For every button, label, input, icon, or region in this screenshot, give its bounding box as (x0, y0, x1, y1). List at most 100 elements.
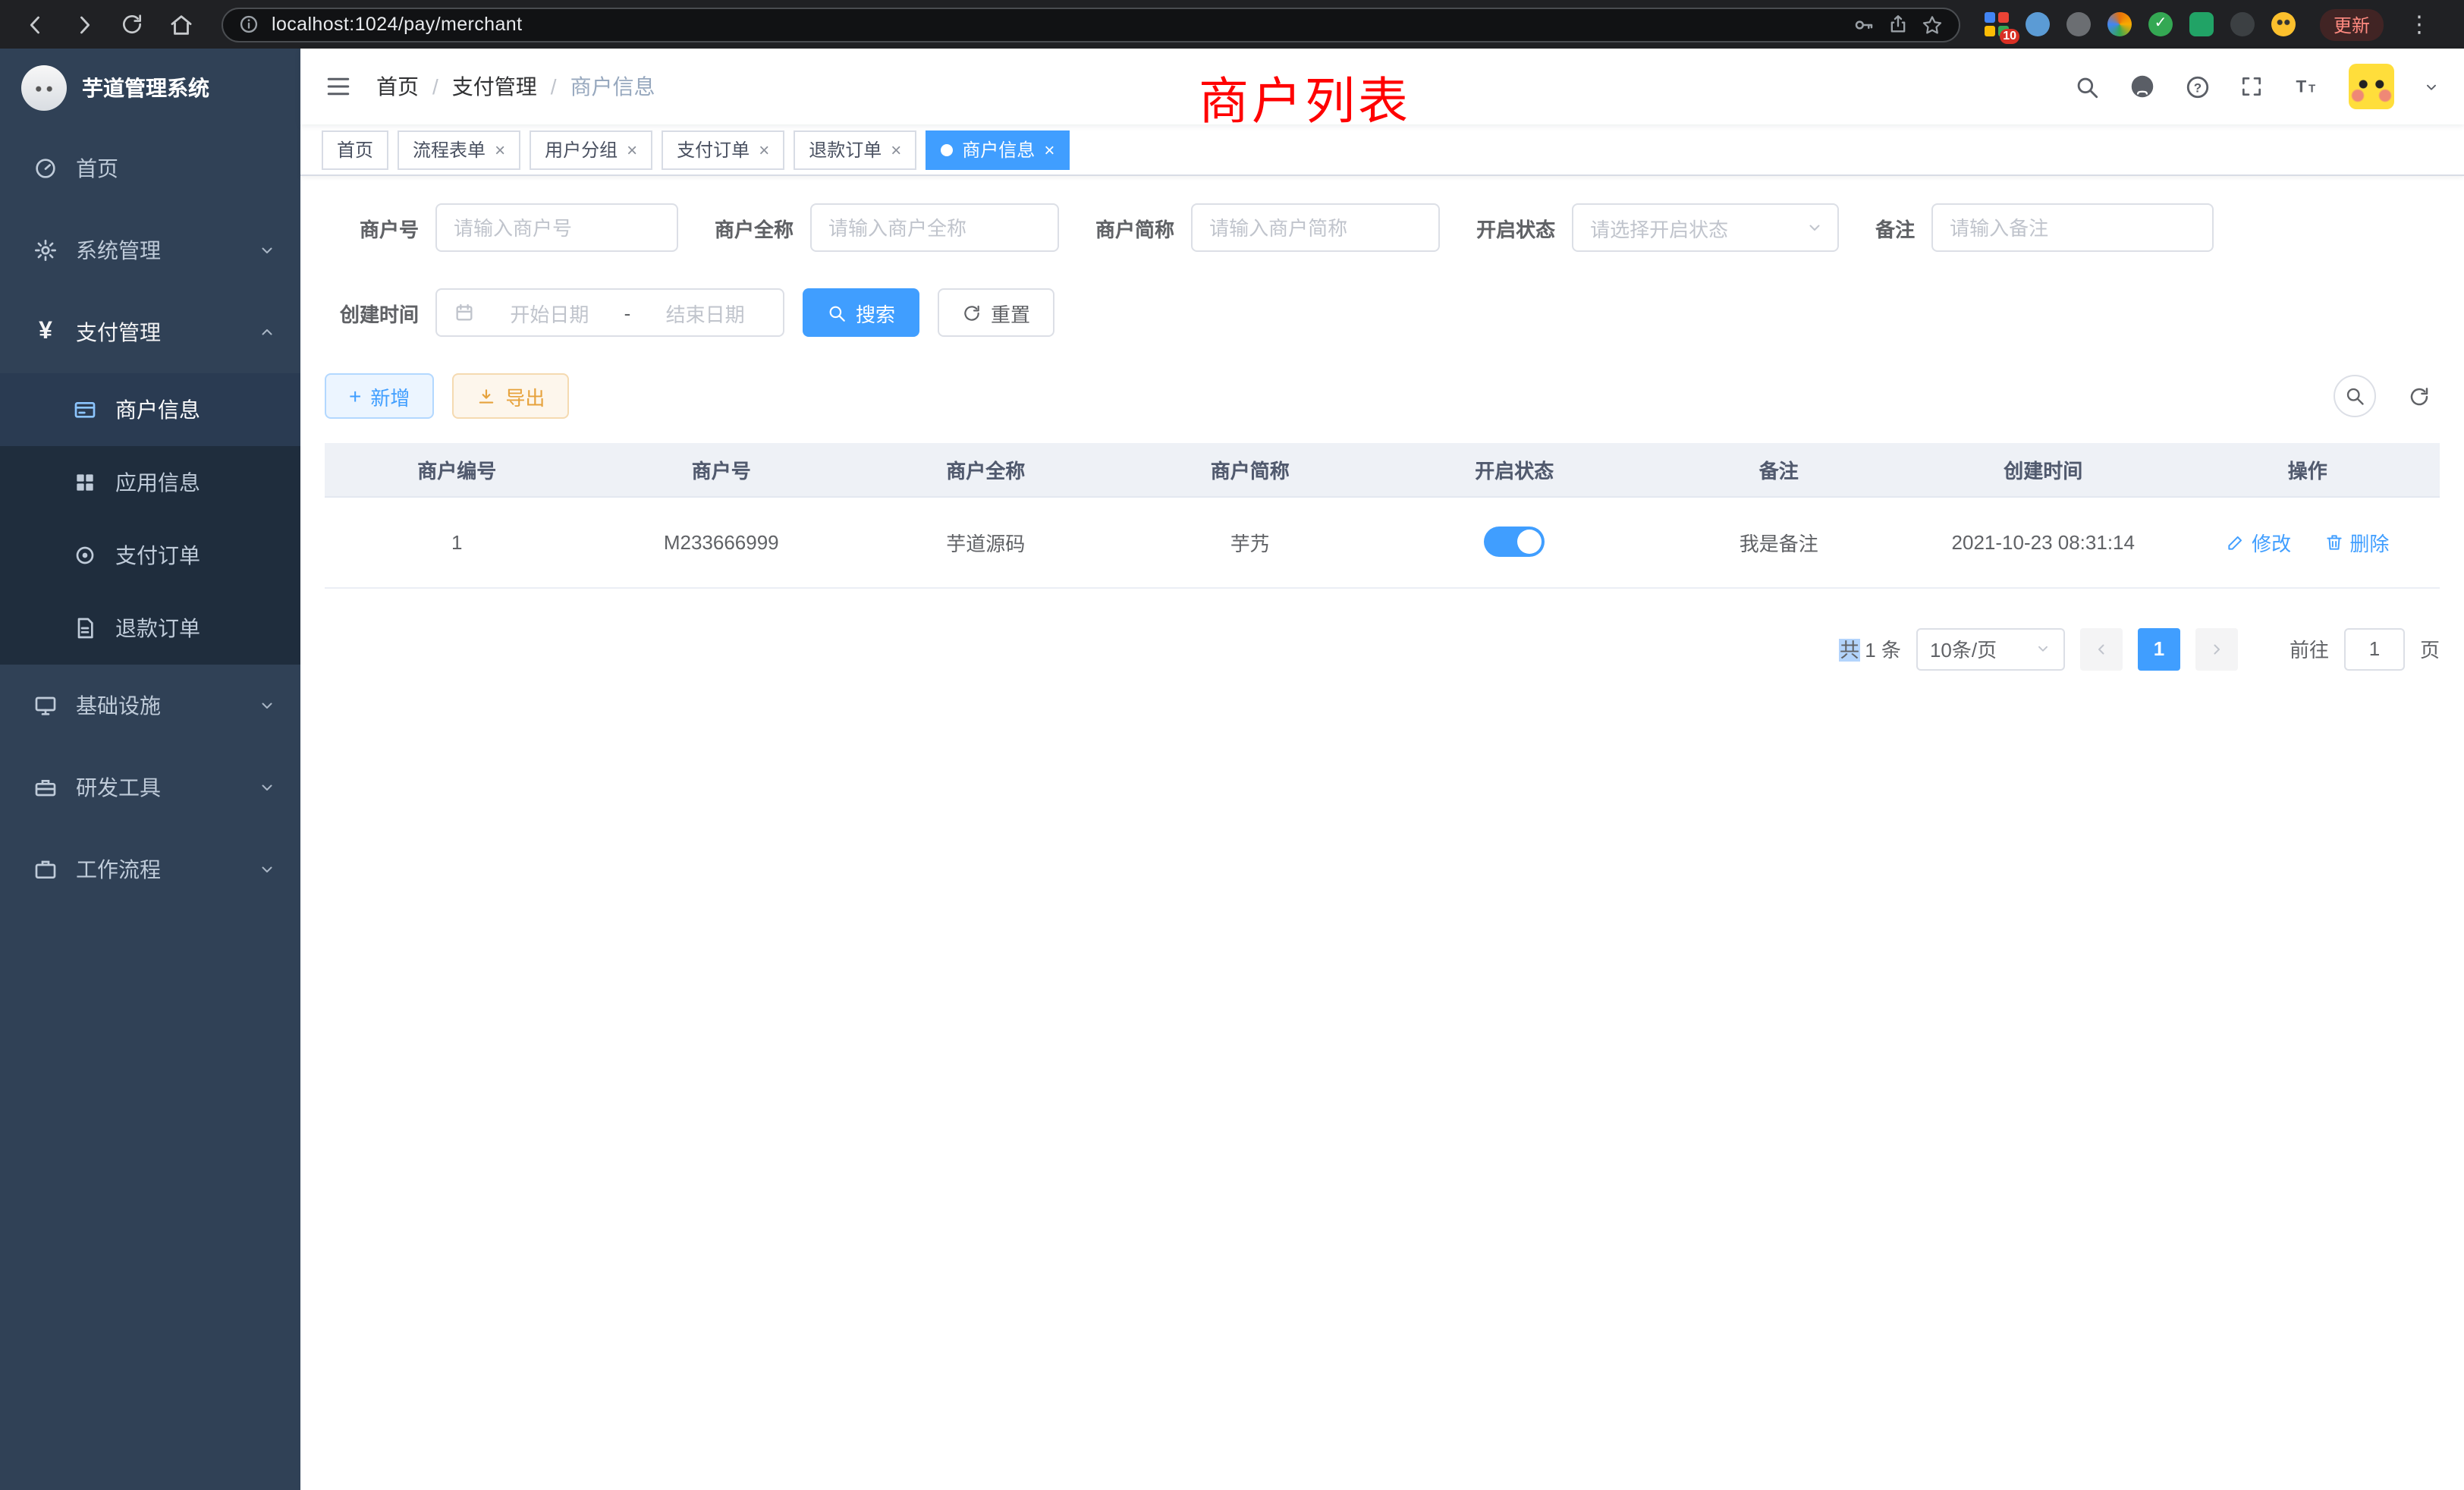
tab-close-icon[interactable]: × (891, 140, 901, 159)
sidebar-item-merchant-info[interactable]: 商户信息 (0, 373, 300, 446)
sidebar-item-workflow[interactable]: 工作流程 (0, 828, 300, 910)
breadcrumb-separator: / (432, 74, 438, 99)
status-toggle[interactable] (1484, 527, 1545, 557)
sidebar-item-payment[interactable]: ¥ 支付管理 (0, 291, 300, 373)
status-select[interactable]: 请选择开启状态 (1572, 203, 1839, 252)
chevron-down-icon (258, 860, 276, 879)
sidebar-item-system[interactable]: 系统管理 (0, 209, 300, 291)
column-header: 创建时间 (1911, 443, 2176, 496)
sidebar-item-app-info[interactable]: 应用信息 (0, 446, 300, 519)
extensions-cluster: 10 ✓ (1985, 12, 2296, 36)
yen-icon: ¥ (33, 319, 58, 346)
goto-page-input[interactable] (2344, 627, 2405, 670)
font-size-icon[interactable] (2293, 73, 2320, 100)
sidebar-item-infrastructure[interactable]: 基础设施 (0, 665, 300, 747)
edit-button[interactable]: 修改 (2226, 527, 2291, 556)
browser-forward-button[interactable] (64, 5, 103, 44)
refresh-table-button[interactable] (2397, 375, 2440, 417)
status-select-placeholder: 请选择开启状态 (1590, 213, 1728, 242)
sidebar-item-pay-order[interactable]: 支付订单 (0, 519, 300, 592)
share-icon[interactable] (1887, 14, 1909, 35)
breadcrumb-item[interactable]: 首页 (376, 71, 419, 102)
merchant-no-input[interactable] (435, 203, 678, 252)
cell-actions: 修改 删除 (2176, 496, 2440, 587)
prev-page-button[interactable] (2080, 627, 2123, 670)
tab-close-icon[interactable]: × (759, 140, 769, 159)
sidebar-item-label: 退款订单 (115, 613, 200, 643)
sidebar-item-label: 工作流程 (76, 854, 240, 885)
edit-button-label: 修改 (2252, 527, 2291, 556)
extension-icon[interactable] (2271, 12, 2296, 36)
extensions-grid-icon[interactable]: 10 (1985, 12, 2009, 36)
breadcrumb-item[interactable]: 支付管理 (452, 71, 537, 102)
page-size-value: 10条/页 (1930, 634, 1997, 663)
extension-icon[interactable] (2107, 12, 2132, 36)
github-icon[interactable] (2129, 73, 2156, 100)
pagination: 共 1 条 10条/页 1 前往 (325, 627, 2440, 670)
tab-label: 商户信息 (962, 137, 1035, 162)
browser-back-button[interactable] (15, 5, 55, 44)
user-avatar[interactable] (2349, 64, 2394, 109)
address-bar[interactable]: localhost:1024/pay/merchant (222, 7, 1960, 42)
sidebar-toggle-icon[interactable] (325, 73, 352, 100)
tab-close-icon[interactable]: × (495, 140, 505, 159)
page-button-1[interactable]: 1 (2138, 627, 2180, 670)
tab-merchant-info[interactable]: 商户信息 × (926, 130, 1070, 169)
edit-icon (2226, 532, 2246, 552)
add-button[interactable]: + 新增 (325, 373, 434, 419)
sidebar-item-devtools[interactable]: 研发工具 (0, 747, 300, 828)
extension-icon[interactable] (2066, 12, 2091, 36)
navbar-actions (2074, 64, 2440, 109)
delete-button[interactable]: 删除 (2324, 527, 2389, 556)
sidebar-item-refund-order[interactable]: 退款订单 (0, 592, 300, 665)
search-form-row-1: 商户号 商户全称 商户简称 开启状态 请选择开启状态 (325, 203, 2440, 252)
fullscreen-icon[interactable] (2239, 74, 2264, 99)
chevron-left-icon (2092, 640, 2110, 658)
tab-close-icon[interactable]: × (627, 140, 637, 159)
browser-update-button[interactable]: 更新 (2320, 8, 2384, 40)
monitor-icon (33, 693, 58, 718)
tab-home[interactable]: 首页 (322, 130, 388, 169)
reset-button[interactable]: 重置 (938, 288, 1054, 337)
extension-icon[interactable] (2026, 12, 2050, 36)
search-button[interactable]: 搜索 (803, 288, 919, 337)
sidebar-item-label: 首页 (76, 153, 276, 184)
target-icon (73, 543, 97, 567)
sidebar-item-label: 支付订单 (115, 540, 200, 571)
create-time-range-picker[interactable]: 开始日期 - 结束日期 (435, 288, 784, 337)
browser-menu-button[interactable]: ⋮ (2402, 11, 2437, 38)
caret-down-icon[interactable] (2423, 78, 2440, 95)
tab-user-group[interactable]: 用户分组 × (530, 130, 652, 169)
chevron-down-icon (1806, 218, 1824, 237)
sidebar-item-label: 系统管理 (76, 235, 240, 266)
tab-label: 首页 (337, 137, 373, 162)
cell-create-time: 2021-10-23 08:31:14 (1911, 496, 2176, 587)
browser-home-button[interactable] (161, 5, 200, 44)
extension-icon[interactable]: ✓ (2148, 12, 2173, 36)
extension-icon[interactable] (2189, 12, 2214, 36)
next-page-button[interactable] (2195, 627, 2238, 670)
remark-input[interactable] (1931, 203, 2214, 252)
search-icon (827, 303, 847, 322)
tab-close-icon[interactable]: × (1044, 140, 1054, 159)
logo[interactable]: 芋道管理系统 (0, 49, 300, 127)
page-size-select[interactable]: 10条/页 (1916, 627, 2065, 670)
short-name-input[interactable] (1191, 203, 1440, 252)
tab-refund-order[interactable]: 退款订单 × (794, 130, 916, 169)
dashboard-icon (33, 156, 58, 181)
tab-pay-order[interactable]: 支付订单 × (662, 130, 784, 169)
column-header: 商户全称 (853, 443, 1118, 496)
browser-reload-button[interactable] (112, 5, 152, 44)
tab-flow-form[interactable]: 流程表单 × (398, 130, 520, 169)
extension-icon[interactable] (2230, 12, 2255, 36)
bookmark-star-icon[interactable] (1921, 13, 1944, 36)
key-icon[interactable] (1853, 13, 1875, 36)
help-icon[interactable] (2185, 74, 2211, 99)
payment-submenu: 商户信息 应用信息 支付订单 退款订单 (0, 373, 300, 665)
full-name-input[interactable] (810, 203, 1059, 252)
cell-short-name: 芋艿 (1118, 496, 1383, 587)
search-icon[interactable] (2074, 74, 2100, 99)
toggle-search-button[interactable] (2334, 375, 2376, 417)
export-button[interactable]: 导出 (452, 373, 569, 419)
sidebar-item-home[interactable]: 首页 (0, 127, 300, 209)
